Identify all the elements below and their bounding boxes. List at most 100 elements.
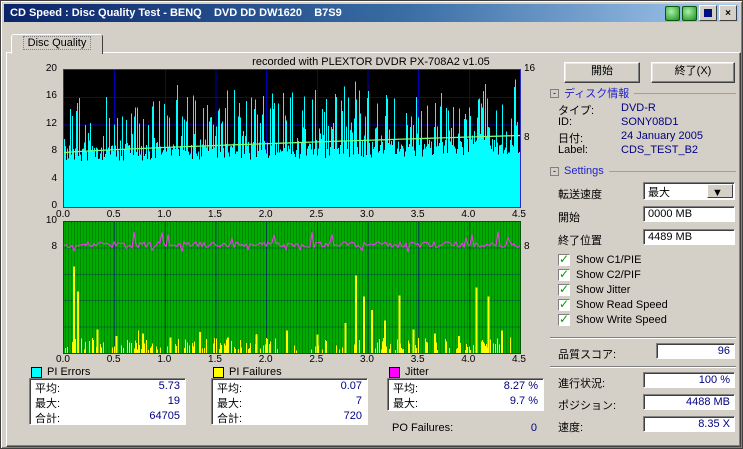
legend-row: 合計: 720	[217, 410, 362, 425]
checkbox-show-jitter[interactable]: ✓	[558, 282, 570, 296]
po-failures-value: 0	[530, 422, 537, 434]
checkbox-show-c2pif[interactable]: ✓	[558, 267, 570, 281]
axis-tick: 1.5	[208, 209, 222, 220]
legend-row: 合計: 64705	[35, 410, 180, 425]
close-icon: ×	[725, 7, 731, 19]
end-position-field[interactable]: 4489 MB	[643, 229, 735, 245]
checkbox-show-c1pie[interactable]: ✓	[558, 252, 570, 266]
pi-errors-label: PI Errors	[47, 366, 91, 378]
position-field: 4488 MB	[643, 394, 735, 410]
check-icon: ✓	[559, 252, 570, 266]
legend-row: 最大: 9.7 %	[393, 395, 538, 410]
checkbox-show-jitter-label: Show Jitter	[576, 284, 631, 296]
position-label: ポジション:	[558, 400, 617, 412]
axis-tick: 4.5	[512, 354, 526, 365]
jitter-box: 平均: 8.27 % 最大: 9.7 %	[387, 378, 544, 411]
start-position-field[interactable]: 0000 MB	[643, 206, 735, 222]
app-window: CD Speed : Disc Quality Test - BENQ DVD …	[0, 0, 743, 449]
checkbox-show-read-speed-label: Show Read Speed	[576, 299, 668, 311]
progress-field: 100 %	[643, 372, 735, 388]
legend-jitter: Jitter	[389, 366, 429, 378]
end-position-label: 終了位置	[558, 235, 602, 247]
collapse-icon[interactable]: -	[550, 166, 559, 176]
window-title: CD Speed : Disc Quality Test - BENQ DVD …	[10, 7, 342, 19]
pie-errors-chart	[63, 69, 521, 208]
close-button[interactable]: ×	[719, 5, 737, 21]
axis-tick: 1.0	[157, 354, 172, 365]
axis-tick: 4.0	[461, 354, 476, 365]
settings-title: Settings	[564, 165, 604, 177]
maximize-button[interactable]	[699, 5, 717, 21]
disc-icon-2[interactable]	[682, 5, 697, 21]
axis-tick: 8	[51, 145, 57, 157]
position-value: 4488 MB	[685, 396, 730, 408]
separator	[550, 366, 736, 368]
disc-icon-1[interactable]	[665, 5, 680, 21]
quality-score-value: 96	[717, 345, 730, 357]
progress-label: 進行状況:	[558, 378, 606, 390]
check-icon: ✓	[559, 297, 570, 311]
axis-tick: 3.5	[410, 209, 425, 220]
checkbox-show-c2pif-label: Show C2/PIF	[576, 269, 641, 281]
disc-date-value: 24 January 2005	[621, 130, 703, 142]
axis-tick: 10	[45, 215, 57, 226]
legend-pi-errors: PI Errors	[31, 366, 90, 378]
check-icon: ✓	[559, 312, 570, 326]
jitter-swatch	[389, 366, 400, 378]
axis-tick: 2.0	[258, 209, 273, 220]
disc-label-value: CDS_TEST_B2	[621, 144, 699, 156]
axis-tick: 12	[45, 117, 57, 129]
axis-tick: 3.0	[360, 354, 374, 365]
pif-jitter-chart	[63, 221, 521, 354]
speed-label: 速度:	[558, 422, 584, 434]
legend-row: 平均: 5.73	[35, 380, 180, 395]
titlebar-buttons: ×	[663, 5, 739, 21]
axis-tick: 2.5	[309, 354, 324, 365]
axis-tick: 20	[45, 63, 57, 74]
collapse-icon[interactable]: -	[550, 88, 559, 98]
progress-value: 100 %	[698, 374, 730, 386]
axis-tick: 8	[524, 241, 530, 253]
speed-field: 8.35 X	[643, 416, 735, 432]
end-position-value: 4489 MB	[648, 231, 693, 243]
axis-tick: 3.0	[360, 209, 374, 220]
tab-disc-quality[interactable]: Disc Quality	[11, 34, 103, 54]
axis-tick: 8	[524, 131, 530, 143]
start-position-value: 0000 MB	[648, 208, 693, 220]
check-icon: ✓	[559, 267, 570, 281]
axis-tick: 16	[524, 63, 536, 74]
start-test-button[interactable]: 開始	[564, 62, 640, 83]
axis-tick: 4.0	[461, 209, 476, 220]
transfer-speed-label: 転送速度	[558, 189, 602, 201]
legend-row: 平均: 0.07	[217, 380, 362, 395]
legend-pi-failures: PI Failures	[213, 366, 282, 378]
legend-row: 最大: 7	[217, 395, 362, 410]
exit-button[interactable]: 終了(X)	[651, 62, 735, 83]
transfer-speed-select[interactable]: 最大 ▼	[643, 182, 735, 200]
legend-row: 平均: 8.27 %	[393, 380, 538, 395]
axis-tick: 2.0	[258, 354, 273, 365]
axis-tick: 0.5	[106, 209, 121, 220]
axis-tick: 2.5	[309, 209, 324, 220]
disc-label-label: Label:	[558, 144, 588, 156]
pi-errors-swatch	[31, 366, 42, 378]
check-icon: ✓	[559, 282, 570, 296]
disc-info-title: ディスク情報	[564, 88, 630, 100]
jitter-label: Jitter	[405, 366, 429, 378]
chevron-down-icon[interactable]: ▼	[707, 184, 733, 199]
section-rule	[608, 170, 736, 172]
checkbox-show-read-speed[interactable]: ✓	[558, 297, 570, 311]
axis-tick: 1.5	[208, 354, 222, 365]
checkbox-show-c1pie-label: Show C1/PIE	[576, 254, 642, 266]
speed-value: 8.35 X	[698, 418, 730, 430]
axis-tick: 4	[51, 172, 57, 184]
axis-tick: 8	[51, 241, 57, 253]
disc-id-value: SONY08D1	[621, 116, 679, 128]
legend-row: 最大: 19	[35, 395, 180, 410]
checkbox-show-write-speed[interactable]: ✓	[558, 312, 570, 326]
maximize-icon	[704, 9, 712, 17]
axis-tick: 16	[45, 90, 57, 102]
axis-tick: 1.0	[157, 209, 172, 220]
po-failures-label: PO Failures:	[392, 422, 454, 434]
titlebar[interactable]: CD Speed : Disc Quality Test - BENQ DVD …	[4, 4, 739, 22]
